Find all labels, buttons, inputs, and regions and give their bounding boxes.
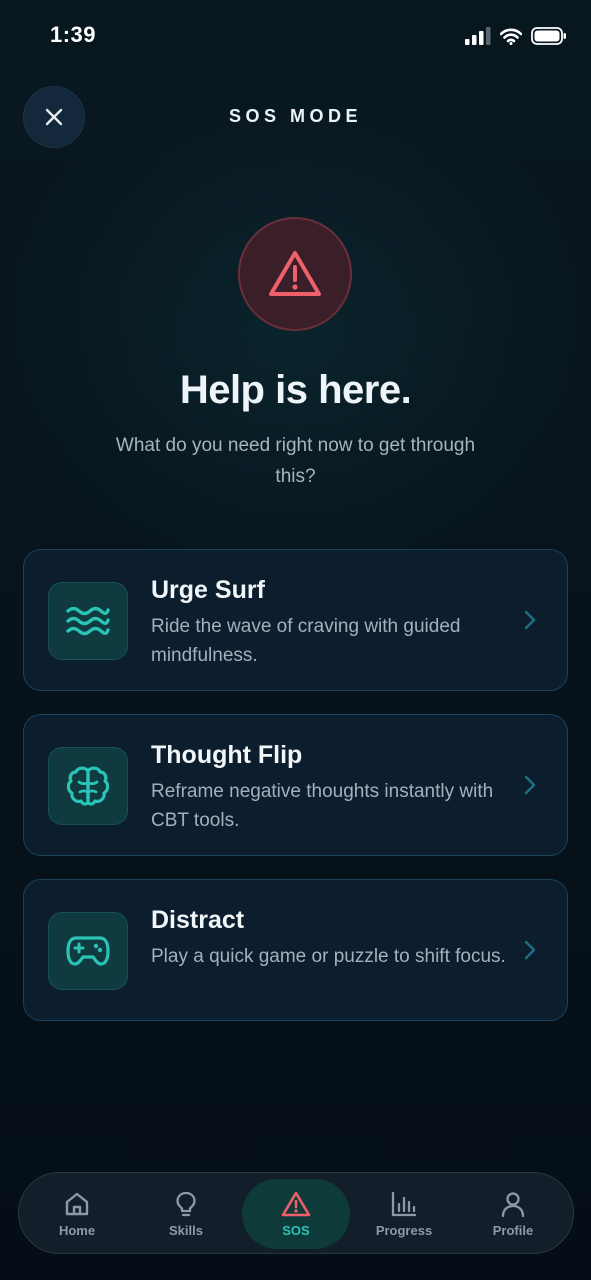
- nav-label: Profile: [492, 1223, 534, 1238]
- bottom-nav: Home Skills SOS Progress Profile: [18, 1172, 574, 1254]
- distract-card[interactable]: Distract Play a quick game or puzzle to …: [23, 879, 568, 1021]
- status-time: 1:39: [50, 22, 97, 47]
- card-title: Thought Flip: [151, 741, 303, 769]
- alert-triangle-icon: [281, 1191, 311, 1217]
- card-title: Urge Surf: [151, 576, 265, 604]
- nav-item-skills[interactable]: Skills: [132, 1179, 240, 1249]
- page-subtitle: What do you need right now to get throug…: [115, 435, 476, 487]
- nav-label: Skills: [169, 1223, 203, 1238]
- header: SOS MODE: [0, 70, 591, 160]
- card-description: Reframe negative thoughts instantly with…: [151, 781, 494, 831]
- nav-item-profile[interactable]: Profile: [459, 1179, 567, 1249]
- home-icon: [65, 1192, 89, 1216]
- user-icon: [501, 1192, 525, 1218]
- status-icons: [465, 24, 567, 48]
- card-icon-container: [48, 747, 128, 825]
- battery-icon: [531, 27, 566, 45]
- status-bar: 1:39: [0, 0, 591, 70]
- nav-label: SOS: [282, 1223, 310, 1238]
- gamepad-icon: [66, 936, 110, 966]
- chevron-right-icon: [524, 610, 536, 630]
- thought-flip-card[interactable]: Thought Flip Reframe negative thoughts i…: [23, 714, 568, 856]
- nav-label: Progress: [375, 1223, 433, 1238]
- chevron-right-icon: [524, 940, 536, 960]
- card-title: Distract: [151, 906, 245, 934]
- alert-badge: [238, 217, 352, 331]
- bar-chart-icon: [391, 1191, 417, 1217]
- chevron-right-icon: [524, 775, 536, 795]
- urge-surf-card[interactable]: Urge Surf Ride the wave of craving with …: [23, 549, 568, 691]
- waves-icon: [66, 606, 110, 636]
- alert-triangle-icon: [269, 251, 321, 296]
- page-title: Help is here.: [179, 368, 412, 412]
- lightbulb-icon: [176, 1191, 196, 1217]
- card-description: Play a quick game or puzzle to shift foc…: [151, 946, 506, 967]
- nav-item-progress[interactable]: Progress: [350, 1179, 458, 1249]
- nav-item-sos[interactable]: SOS: [242, 1179, 350, 1249]
- brain-icon: [66, 766, 110, 806]
- nav-label: Home: [58, 1223, 96, 1238]
- card-icon-container: [48, 582, 128, 660]
- wifi-icon: [500, 28, 522, 45]
- card-description: Ride the wave of craving with guided min…: [151, 616, 461, 666]
- sos-screen: 1:39 SOS MODE Help is here. What do you …: [0, 0, 591, 1280]
- card-icon-container: [48, 912, 128, 990]
- nav-item-home[interactable]: Home: [23, 1179, 131, 1249]
- header-title: SOS MODE: [228, 106, 362, 126]
- cellular-signal-icon: [465, 27, 491, 45]
